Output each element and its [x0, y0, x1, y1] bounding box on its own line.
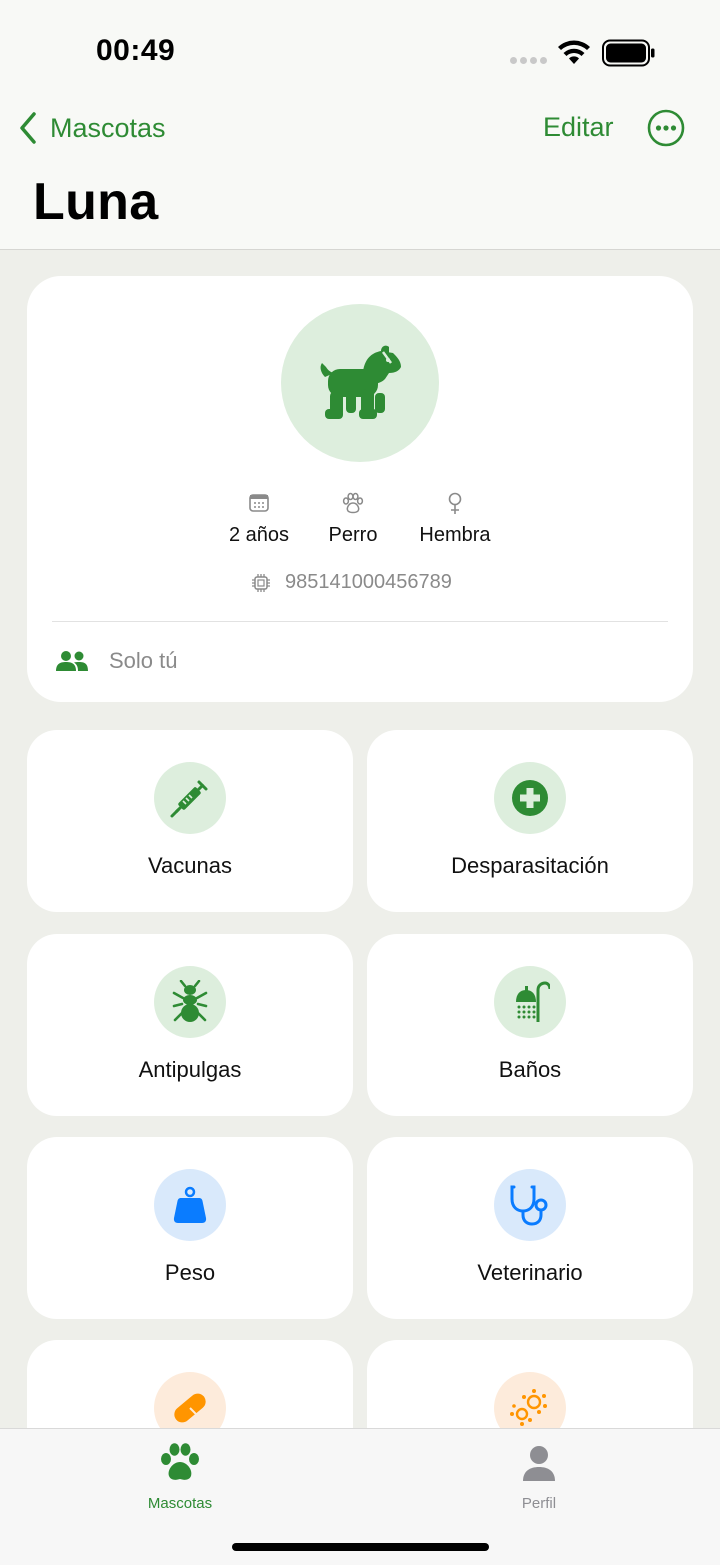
back-button-label: Mascotas: [50, 112, 166, 143]
sharing-row[interactable]: Solo tú: [55, 648, 178, 674]
pet-avatar[interactable]: [281, 304, 439, 462]
category-label: Peso: [164, 1260, 216, 1285]
age-stat: 2 años: [227, 492, 291, 547]
species-stat: Perro: [325, 492, 381, 547]
category-label: Antipulgas: [138, 1057, 242, 1082]
allergens-icon: [510, 1389, 547, 1426]
syringe-icon: [170, 780, 208, 818]
category-label: Vacunas: [148, 853, 232, 878]
dog-icon: [320, 345, 401, 419]
microchip-icon: [252, 573, 270, 592]
female-symbol-icon: [448, 492, 462, 514]
divider: [52, 621, 668, 622]
cross-circle-icon: [512, 780, 548, 816]
paw-outline-icon: [342, 492, 364, 514]
category-label: Veterinario: [477, 1260, 583, 1285]
cellular-signal-icon: [510, 57, 547, 64]
species-value: Perro: [328, 524, 378, 546]
microchip-number: 985141000456789: [285, 571, 452, 593]
more-options-icon[interactable]: [647, 109, 685, 147]
people-icon: [56, 651, 88, 671]
wifi-icon: [558, 40, 590, 64]
stethoscope-icon: [510, 1185, 548, 1226]
chevron-left-icon: [20, 112, 36, 144]
home-indicator: [232, 1543, 489, 1551]
category-label: Desparasitación: [451, 853, 609, 878]
microchip-row: 985141000456789: [251, 571, 452, 594]
category-label: Baños: [498, 1057, 562, 1082]
category-tile-desparasitacion[interactable]: Desparasitación: [367, 730, 693, 912]
pill-icon: [174, 1393, 206, 1423]
back-button[interactable]: Mascotas: [18, 108, 166, 148]
category-tile-banos[interactable]: Baños: [367, 934, 693, 1116]
edit-button[interactable]: Editar: [543, 112, 614, 143]
ant-icon: [172, 980, 208, 1022]
tab-label: Mascotas: [147, 1495, 213, 1512]
pet-profile-card: 2 años Perro Hembra 985141000456789 Solo…: [27, 276, 693, 702]
calendar-icon: [249, 494, 269, 512]
category-tile-peso[interactable]: Peso: [27, 1137, 353, 1319]
category-tile-veterinario[interactable]: Veterinario: [367, 1137, 693, 1319]
status-time: 00:49: [96, 34, 176, 67]
tab-mascotas[interactable]: Mascotas: [100, 1439, 260, 1512]
scale-weight-icon: [173, 1186, 207, 1223]
sharing-label: Solo tú: [109, 648, 178, 673]
category-tile-antipulgas[interactable]: Antipulgas: [27, 934, 353, 1116]
page-title: Luna: [33, 173, 159, 231]
tab-perfil[interactable]: Perfil: [459, 1439, 619, 1512]
age-value: 2 años: [228, 524, 290, 546]
category-tile-vacunas[interactable]: Vacunas: [27, 730, 353, 912]
sex-stat: Hembra: [415, 492, 495, 547]
tab-label: Perfil: [521, 1495, 557, 1512]
battery-icon: [602, 39, 655, 67]
paw-icon: [161, 1443, 199, 1480]
sex-value: Hembra: [419, 524, 491, 546]
navigation-header: 00:49 Mascotas Editar Luna: [0, 0, 720, 250]
shower-icon: [516, 981, 550, 1022]
person-icon: [523, 1446, 555, 1481]
